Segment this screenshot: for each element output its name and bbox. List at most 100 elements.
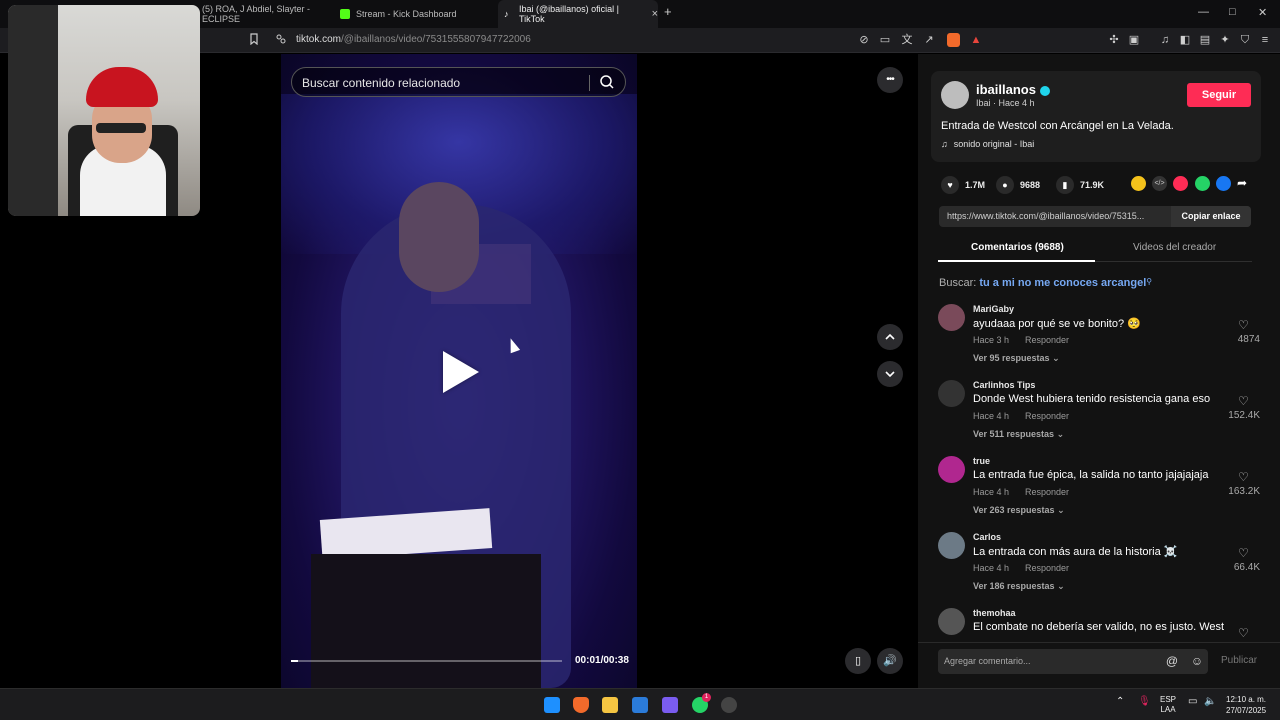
search-suggestion[interactable]: Buscar: tu a mi no me conoces arcangel⚲ (939, 277, 1152, 289)
comment-stat[interactable]: ● 9688 (996, 176, 1040, 194)
post-description: Entrada de Westcol con Arcángel en La Ve… (941, 120, 1174, 132)
tray-expand-icon[interactable]: ⌃ (1116, 697, 1124, 707)
brave-browser-icon[interactable] (573, 697, 589, 713)
comment-user[interactable]: themohaa (973, 608, 1016, 618)
volume-icon[interactable]: 🔊 (877, 648, 903, 674)
embed-icon[interactable]: </> (1152, 176, 1167, 191)
tab-comments[interactable]: Comentarios (9688) (971, 242, 1064, 253)
comment-user[interactable]: Carlos (973, 532, 1001, 542)
comment-avatar[interactable] (938, 380, 965, 407)
site-settings-icon[interactable] (274, 33, 288, 47)
send-to-friends-icon[interactable] (1173, 176, 1188, 191)
reply-button[interactable]: Responder (1025, 563, 1069, 573)
facebook-share-icon[interactable] (1216, 176, 1231, 191)
tab-creator-videos[interactable]: Videos del creador (1133, 242, 1216, 253)
follow-button[interactable]: Seguir (1187, 83, 1251, 107)
close-window-button[interactable]: ✕ (1258, 6, 1267, 19)
bookmark-icon[interactable] (247, 33, 261, 47)
comment-time: Hace 4 h (973, 411, 1010, 421)
vpn-icon[interactable]: ⛉ (1238, 33, 1252, 47)
tab-kick-dashboard[interactable]: Stream - Kick Dashboard (334, 0, 494, 28)
comment-text: ayudaaa por qué se ve bonito? 🥺 (973, 318, 1141, 330)
next-video-button[interactable] (877, 361, 903, 387)
webcam-red-cap (86, 67, 158, 107)
comment-avatar[interactable] (938, 608, 965, 635)
reply-button[interactable]: Responder (1025, 411, 1069, 421)
game-controller-icon[interactable] (662, 697, 678, 713)
emoji-icon[interactable]: ☺ (1190, 654, 1204, 668)
language-indicator[interactable]: ESP LAA (1160, 695, 1176, 715)
tab-tiktok[interactable]: ♪ Ibai (@ibaillanos) oficial | TikTok × (498, 0, 658, 28)
comment-avatar[interactable] (938, 304, 965, 331)
comment-like-icon[interactable]: ♡ (1238, 318, 1249, 332)
search-icon[interactable] (599, 74, 615, 90)
wallet-icon[interactable]: ▤ (1198, 33, 1212, 47)
more-options-button[interactable]: ••• (877, 67, 903, 93)
comment-composer: Agregar comentario... @ ☺ Publicar (918, 642, 1280, 688)
view-replies-button[interactable]: Ver 186 respuestas ⌄ (973, 581, 1065, 592)
chevron-down-icon: ⌄ (1057, 505, 1065, 515)
publish-button[interactable]: Publicar (1221, 655, 1257, 666)
tab-eclipse[interactable]: (5) ROA, J Abdiel, Slayter - ECLIPSE (196, 0, 326, 28)
network-icon[interactable]: ▭ (1188, 697, 1197, 707)
comment-user[interactable]: MariGaby (973, 304, 1014, 314)
url-field[interactable]: tiktok.com/@ibaillanos/video/75315558079… (296, 34, 531, 45)
related-search-box[interactable]: Buscar contenido relacionado (291, 67, 626, 97)
reply-button[interactable]: Responder (1025, 335, 1069, 345)
view-replies-button[interactable]: Ver 95 respuestas ⌄ (973, 353, 1060, 364)
comment-like-icon[interactable]: ♡ (1238, 546, 1249, 560)
comment-like-icon[interactable]: ♡ (1238, 626, 1249, 640)
save-stat[interactable]: ▮ 71.9K (1056, 176, 1104, 194)
view-replies-label: Ver 511 respuestas (973, 429, 1055, 439)
no-tracking-icon[interactable]: ⊘ (857, 33, 871, 47)
author-avatar[interactable] (941, 81, 969, 109)
taskbar-clock[interactable]: 12:10 a. m. 27/07/2025 (1226, 694, 1266, 716)
brave-shields-icon[interactable] (947, 33, 960, 47)
like-stat[interactable]: ♥ 1.7M (941, 176, 985, 194)
windows-start-icon[interactable] (544, 697, 560, 713)
microsoft-store-icon[interactable] (632, 697, 648, 713)
share-page-icon[interactable]: ↗ (922, 33, 936, 47)
maximize-button[interactable]: □ (1229, 6, 1236, 18)
chatgpt-icon[interactable] (721, 697, 737, 713)
share-link[interactable]: https://www.tiktok.com/@ibaillanos/video… (947, 211, 1167, 221)
view-replies-button[interactable]: Ver 263 respuestas ⌄ (973, 505, 1065, 516)
video-progress-bar[interactable] (291, 660, 562, 662)
new-tab-button[interactable]: + (664, 4, 672, 19)
previous-video-button[interactable] (877, 324, 903, 350)
related-search-input[interactable]: Buscar contenido relacionado (302, 76, 460, 90)
repost-icon[interactable] (1131, 176, 1146, 191)
file-explorer-icon[interactable] (602, 697, 618, 713)
brave-rewards-icon[interactable]: ▲ (969, 33, 983, 47)
view-replies-button[interactable]: Ver 511 respuestas ⌄ (973, 429, 1064, 440)
leo-ai-icon[interactable]: ✦ (1218, 33, 1232, 47)
whatsapp-share-icon[interactable] (1195, 176, 1210, 191)
translate-icon[interactable]: 文 (900, 33, 914, 47)
reader-icon[interactable]: ▣ (1127, 33, 1141, 47)
miniplayer-icon[interactable]: ▯ (845, 648, 871, 674)
comment-like-icon[interactable]: ♡ (1238, 470, 1249, 484)
post-sound[interactable]: ♫ sonido original - Ibai (941, 139, 1034, 149)
minimize-button[interactable]: — (1198, 6, 1209, 18)
author-name[interactable]: ibaillanos (976, 82, 1050, 97)
play-icon[interactable] (443, 351, 479, 393)
comment-user[interactable]: Carlinhos Tips (973, 380, 1035, 390)
mention-icon[interactable]: @ (1165, 654, 1179, 668)
microphone-icon[interactable]: 🎙 (1138, 697, 1151, 707)
cast-icon[interactable]: ▭ (878, 33, 892, 47)
comment-like-icon[interactable]: ♡ (1238, 394, 1249, 408)
menu-icon[interactable]: ≡ (1258, 33, 1272, 47)
comment-user[interactable]: true (973, 456, 990, 466)
video-boxer-head (399, 182, 479, 292)
speaker-icon[interactable]: 🔈 (1204, 697, 1216, 707)
share-arrow-icon[interactable]: ➦ (1237, 176, 1252, 191)
copy-link-button[interactable]: Copiar enlace (1171, 206, 1251, 227)
comment-avatar[interactable] (938, 456, 965, 483)
media-icon[interactable]: ♫ (1158, 33, 1172, 47)
extensions-icon[interactable]: ✣ (1107, 33, 1121, 47)
close-tab-icon[interactable]: × (652, 8, 658, 20)
sidebar-icon[interactable]: ◧ (1178, 33, 1192, 47)
comment-avatar[interactable] (938, 532, 965, 559)
reply-button[interactable]: Responder (1025, 487, 1069, 497)
language-top: ESP (1160, 695, 1177, 704)
